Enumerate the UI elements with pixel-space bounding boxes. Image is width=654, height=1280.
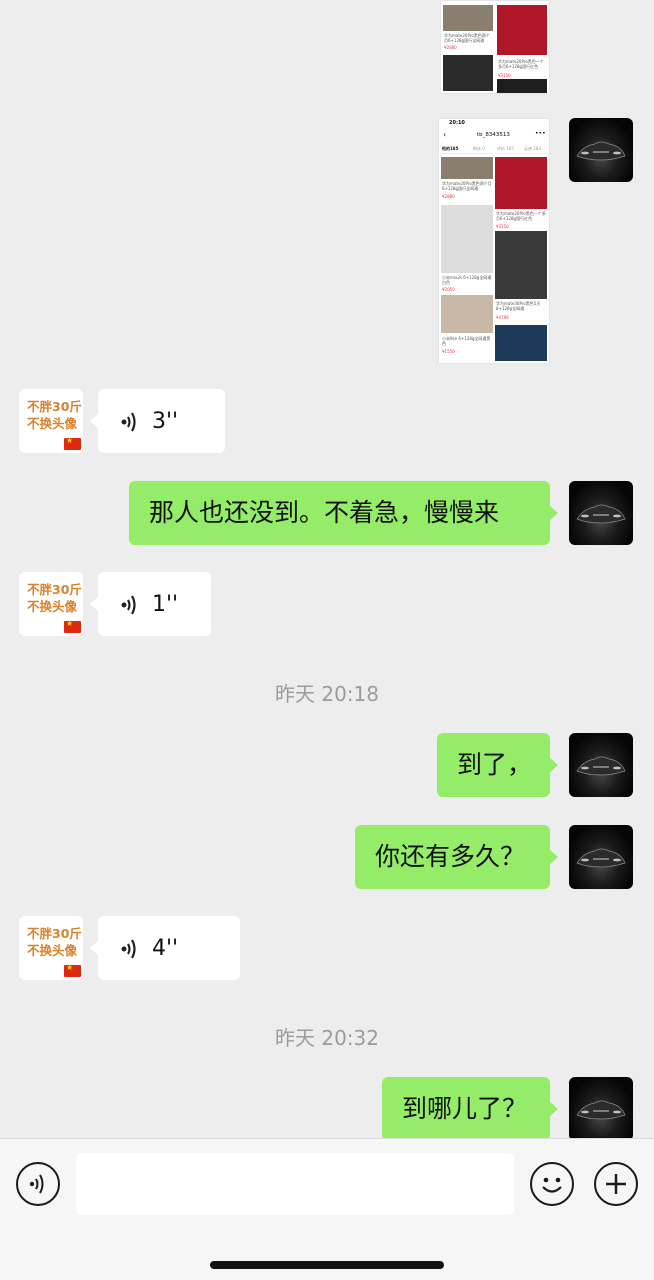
image-message-screenshot[interactable]: 20:10 ‹ tb_8343513 ••• 他的185 粉丝 0 评价 187… (438, 118, 550, 364)
car-icon (576, 141, 626, 161)
product-caption: 华为mate20Pro黑色两个月6+128g国行全网通 (444, 33, 490, 43)
emoji-button[interactable] (530, 1162, 574, 1206)
product-thumb (495, 231, 547, 299)
avatar-text-line1: 不胖30斤 (27, 926, 82, 941)
china-flag-icon (64, 963, 81, 977)
product-thumb (441, 295, 493, 333)
voice-message[interactable]: 1'' (90, 572, 211, 636)
product-thumb (441, 157, 493, 179)
product-price: ¥3150 (498, 73, 511, 78)
tab[interactable]: 粉丝 0 (473, 146, 485, 152)
product-thumb (443, 55, 493, 91)
more-functions-button[interactable] (594, 1162, 638, 1206)
tab[interactable]: 他的185 (442, 146, 458, 152)
car-icon (576, 1100, 626, 1120)
plus-icon (605, 1173, 626, 1194)
product-thumb (497, 79, 547, 93)
timestamp: 昨天 20:32 (275, 1026, 379, 1050)
avatar-text-line1: 不胖30斤 (27, 399, 82, 414)
my-avatar[interactable] (569, 825, 633, 889)
product-thumb (443, 5, 493, 31)
voice-duration: 4'' (152, 936, 179, 961)
outgoing-message[interactable]: 到了， (437, 733, 558, 797)
voice-message[interactable]: 4'' (90, 916, 240, 980)
status-time: 20:10 (449, 120, 465, 126)
china-flag-icon (64, 619, 81, 633)
avatar-text-line2: 不换头像 (27, 416, 78, 431)
avatar-text-line1: 不胖30斤 (27, 582, 82, 597)
message-text: 到了， (457, 750, 533, 779)
product-thumb (441, 205, 493, 273)
back-icon: ‹ (443, 130, 447, 139)
contact-avatar[interactable]: 不胖30斤 不换头像 (19, 572, 83, 636)
voice-wave-icon (121, 595, 136, 615)
timestamp: 昨天 20:18 (275, 682, 379, 706)
product-price: ¥2880 (442, 194, 455, 199)
contact-avatar[interactable]: 不胖30斤 不换头像 (19, 916, 83, 980)
car-icon (576, 848, 626, 868)
chat-area: 华为mate20Pro黑色两个月6+128g国行全网通 ¥2880 华为mate… (0, 0, 654, 1138)
product-caption: 小米mix2s 6+128g全网通白色 (442, 275, 492, 285)
voice-message[interactable]: 3'' (90, 389, 225, 453)
my-avatar[interactable] (569, 1077, 633, 1138)
voice-wave-icon (121, 939, 136, 959)
profile-tabs: 他的185 粉丝 0 评价 187 足迹 283 (439, 143, 549, 154)
tab[interactable]: 评价 187 (497, 146, 514, 152)
message-text: 到哪儿了？ (402, 1094, 528, 1123)
product-price: ¥4799 (496, 315, 509, 320)
image-message-partial[interactable]: 华为mate20Pro黑色两个月6+128g国行全网通 ¥2880 华为mate… (440, 0, 550, 94)
product-price: ¥2880 (444, 45, 457, 50)
more-icon: ••• (535, 130, 546, 137)
voice-duration: 3'' (152, 409, 179, 434)
message-input[interactable] (76, 1153, 514, 1215)
tab[interactable]: 足迹 283 (524, 146, 541, 152)
avatar-text-line2: 不换头像 (27, 599, 78, 614)
product-caption: 华为mate20Pro黑色一个多月6+128g国行红色 (498, 59, 544, 69)
outgoing-message[interactable]: 那人也还没到。不着急，慢慢来 (129, 481, 558, 545)
car-icon (576, 504, 626, 524)
product-thumb (495, 325, 547, 361)
car-icon (576, 756, 626, 776)
voice-toggle-button[interactable] (16, 1162, 60, 1206)
input-toolbar (0, 1138, 654, 1280)
china-flag-icon (64, 436, 81, 450)
home-indicator (210, 1261, 444, 1269)
voice-duration: 1'' (152, 592, 179, 617)
my-avatar[interactable] (569, 481, 633, 545)
avatar-text-line2: 不换头像 (27, 943, 78, 958)
outgoing-message[interactable]: 到哪儿了？ (382, 1077, 558, 1138)
product-caption: 华为mate20Pro黑色两个月6+128g国行全网通 (442, 181, 492, 191)
product-price: ¥3150 (496, 224, 509, 229)
voice-wave-icon (29, 1174, 43, 1193)
profile-title: tb_8343513 (477, 132, 510, 138)
my-avatar[interactable] (569, 733, 633, 797)
product-caption: 小米9se 6+128g全网通黑色 (442, 336, 491, 346)
product-thumb (497, 5, 547, 55)
my-avatar[interactable] (569, 118, 633, 182)
voice-wave-icon (121, 412, 136, 432)
product-price: ¥2050 (442, 287, 455, 292)
outgoing-message[interactable]: 你还有多久？ (355, 825, 558, 889)
contact-avatar[interactable]: 不胖30斤 不换头像 (19, 389, 83, 453)
product-caption: 华为mate30Pro黑色5天8+128g全网通 (496, 301, 541, 311)
product-thumb (495, 157, 547, 209)
message-text: 你还有多久？ (375, 842, 526, 871)
product-price: ¥1550 (442, 349, 455, 354)
product-caption: 华为mate20Pro黑色一个多月6+128g国行红色 (496, 211, 546, 221)
smiley-icon (541, 1177, 562, 1193)
message-text: 那人也还没到。不着急，慢慢来 (149, 498, 500, 527)
